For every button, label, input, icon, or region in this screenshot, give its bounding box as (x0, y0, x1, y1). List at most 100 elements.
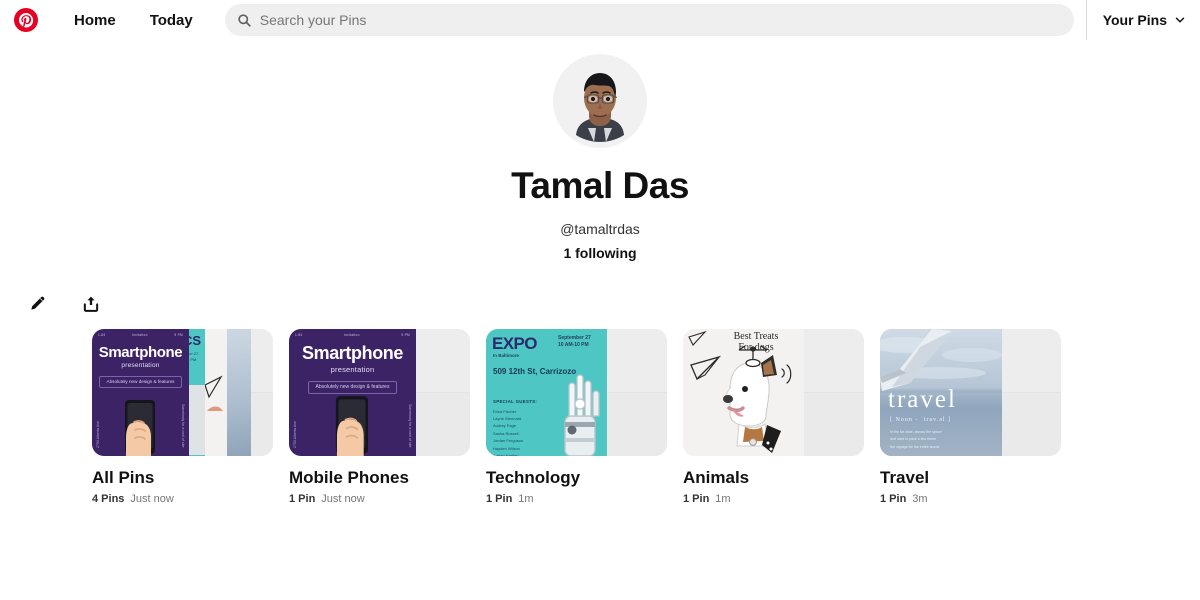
board-timestamp: 3m (912, 493, 928, 506)
nav-item-home[interactable]: Home (64, 6, 126, 35)
board-pin-count: 1 Pin (289, 493, 316, 506)
thumb-empty-slots (804, 328, 864, 456)
thumb-empty-slot (416, 392, 470, 456)
page-title: Tamal Das (511, 165, 689, 206)
boards-grid: 1.84 invitation 9 PM Smartphone presenta… (0, 328, 1200, 505)
thumb-primary: 1.84 invitation 9 PM Smartphone presenta… (92, 328, 189, 456)
profile-actions (0, 285, 1200, 323)
pin-art-phonetic: [ Noun - ˈtrav.əl ] (890, 416, 952, 423)
pin-art-title: Smartphone (301, 342, 403, 363)
pin-art-top-left: 1.84 (98, 332, 106, 337)
board-timestamp: 1m (518, 493, 534, 506)
pin-art-top-right: 9 PM (401, 332, 410, 337)
pin-art-vright: Somebody for a cool of site (181, 404, 185, 448)
pin-art-top-mid: invitation (132, 332, 148, 337)
thumb-empty-slot (607, 392, 667, 456)
board-timestamp: 1m (715, 493, 731, 506)
chevron-down-icon (1174, 14, 1186, 26)
thumb-empty-slot (416, 328, 470, 393)
robot-hand-illustration (564, 374, 600, 456)
board-card[interactable]: 1.84 invitation 9 PM Smartphone presenta… (92, 328, 273, 505)
thumb-strip-animals: atss (205, 328, 227, 456)
thumb-empty-slots (607, 328, 667, 456)
pin-art-city: In Baltimore (493, 352, 520, 358)
board-thumbnail[interactable]: Best Treats For dogs (683, 328, 864, 456)
board-title: Animals (683, 467, 750, 487)
search-input[interactable] (259, 12, 1062, 28)
thumb-empty-slot (251, 328, 273, 393)
pin-art-guests-header: SPECIAL GUESTS: (493, 398, 538, 404)
board-pin-count: 1 Pin (880, 493, 907, 506)
search-bar[interactable] (224, 4, 1074, 36)
pin-art-title: travel (888, 385, 957, 413)
pin-art-smartphone: 1.84 invitation 9 PM Smartphone presenta… (92, 328, 189, 456)
pin-art-date: September 27 (558, 334, 591, 341)
board-meta: 4 Pins Just now (92, 493, 273, 505)
pin-art-vright: Somebody for a cool of site (408, 404, 412, 448)
board-pin-count: 1 Pin (486, 493, 513, 506)
thumb-empty-slots (1002, 328, 1061, 456)
thumb-primary: travel [ Noun - ˈtrav.əl ] In the far wi… (880, 328, 1002, 456)
pin-art-guests: Erica Fischer Layne Stennard Audrey Page… (493, 408, 524, 456)
pin-art-topbar: 1.84 invitation 9 PM (92, 329, 189, 337)
board-title: Travel (880, 467, 930, 487)
board-meta: 1 Pin 3m (880, 493, 1061, 505)
board-timestamp: Just now (130, 493, 174, 506)
board-pin-count: 4 Pins (92, 493, 125, 506)
board-thumbnail[interactable]: EXPO In Baltimore September 27 10 AM-10 … (486, 328, 667, 456)
pin-art-top-left: 1.84 (295, 332, 303, 337)
avatar[interactable] (553, 54, 647, 148)
board-meta: 1 Pin 1m (683, 493, 864, 505)
thumb-strip-technology: CS ber 270 PM (189, 328, 205, 456)
thumb-empty-slots (251, 328, 273, 456)
board-meta: 1 Pin 1m (486, 493, 667, 505)
nav-item-today[interactable]: Today (140, 6, 203, 35)
pin-art-travel: travel [ Noun - ˈtrav.əl ] In the far wi… (880, 328, 1002, 456)
thumb-primary: Best Treats For dogs (683, 328, 804, 456)
board-card[interactable]: EXPO In Baltimore September 27 10 AM-10 … (486, 328, 667, 505)
profile-section: Tamal Das @tamaltrdas 1 following (0, 40, 1200, 261)
thumb-empty-slot (251, 392, 273, 456)
hand-phone-illustration (124, 399, 155, 456)
thumb-strip-travel (227, 328, 251, 456)
pin-art-subtitle: presentation (121, 361, 160, 369)
pin-art-dog: Best Treats For dogs (683, 328, 804, 456)
edit-profile-button[interactable] (18, 285, 56, 323)
board-meta: 1 Pin Just now (289, 493, 470, 505)
board-pin-count: 1 Pin (683, 493, 710, 506)
board-card[interactable]: 1.84 invitation 9 PM Smartphone presenta… (289, 328, 470, 505)
pin-art-subtitle: presentation (330, 364, 375, 374)
pinterest-logo-icon[interactable] (14, 8, 38, 32)
board-card[interactable]: Best Treats For dogs Animals 1 Pin 1m (683, 328, 864, 505)
pin-art-topbar: 1.84 invitation 9 PM (289, 329, 416, 337)
pin-art-title: EXPO (492, 333, 537, 353)
hand-phone-illustration (335, 395, 368, 456)
thumb-empty-slots (416, 328, 470, 456)
thumb-empty-slot (1002, 392, 1061, 456)
pin-art-top-mid: invitation (344, 332, 360, 337)
pin-art-hours: 10 AM-10 PM (558, 342, 589, 349)
pin-art-title: Smartphone (98, 343, 183, 361)
pin-art-tagline: Absolutely new design & features (98, 375, 183, 388)
thumb-empty-slot (607, 328, 667, 393)
pin-art-body: In the far wide, across the space and st… (890, 429, 942, 449)
pin-art-top-right: 9 PM (174, 332, 183, 337)
board-thumbnail[interactable]: 1.84 invitation 9 PM Smartphone presenta… (289, 328, 470, 456)
thumb-empty-slot (804, 328, 864, 393)
search-icon (237, 13, 252, 28)
board-card[interactable]: travel [ Noun - ˈtrav.əl ] In the far wi… (880, 328, 1061, 505)
share-profile-button[interactable] (72, 285, 110, 323)
profile-following-count[interactable]: 1 following (0, 245, 1200, 261)
board-thumbnail[interactable]: 1.84 invitation 9 PM Smartphone presenta… (92, 328, 273, 456)
thumb-empty-slot (1002, 328, 1061, 393)
board-title: All Pins (92, 467, 155, 487)
top-navigation-bar: Home Today Your Pins (0, 0, 1200, 40)
board-title: Technology (486, 467, 581, 487)
board-thumbnail[interactable]: travel [ Noun - ˈtrav.əl ] In the far wi… (880, 328, 1061, 456)
thumb-empty-slot (804, 392, 864, 456)
pin-art-smartphone: 1.84 invitation 9 PM Smartphone presenta… (289, 328, 416, 456)
pin-art-tagline: Absolutely new design & features (307, 380, 398, 394)
your-pins-menu[interactable]: Your Pins (1085, 0, 1200, 40)
pin-art-expo: EXPO In Baltimore September 27 10 AM-10 … (486, 328, 607, 456)
pin-art-vleft: 2750 Alberta Ave (293, 420, 297, 448)
